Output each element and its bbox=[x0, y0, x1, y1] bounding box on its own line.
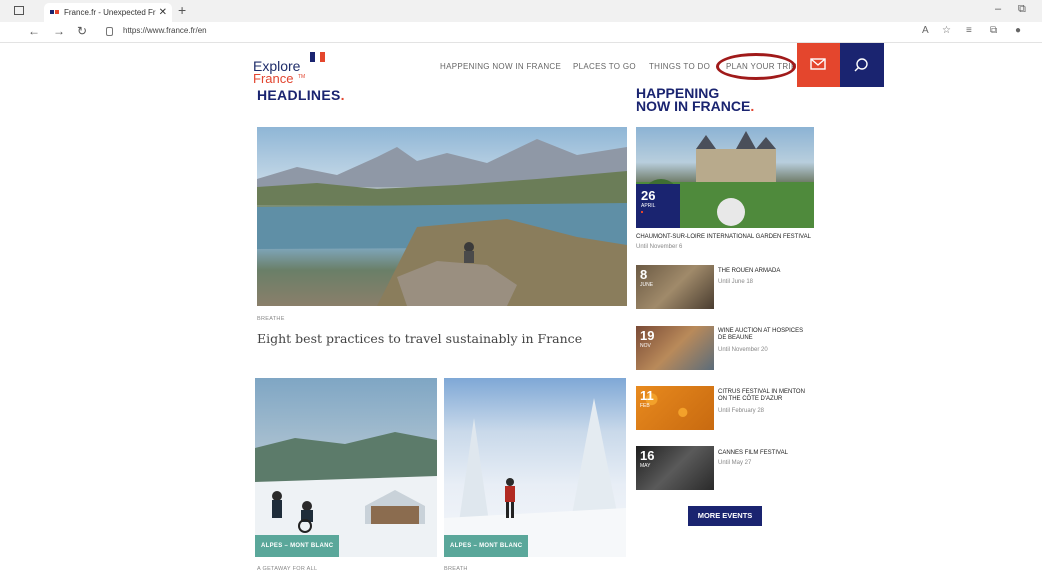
snowy-forest-illustration bbox=[444, 398, 626, 557]
nav-places-to-go[interactable]: PLACES TO GO bbox=[573, 62, 636, 71]
event-4-until: Until May 27 bbox=[718, 460, 752, 466]
event-3-thumbnail[interactable]: 11 FEB bbox=[636, 386, 714, 430]
search-button[interactable] bbox=[840, 43, 884, 87]
minimize-button[interactable]: – bbox=[995, 3, 1001, 15]
event-4-day: 16 bbox=[640, 448, 655, 463]
new-tab-button[interactable]: + bbox=[178, 2, 186, 18]
event-4-title[interactable]: CANNES FILM FESTIVAL bbox=[718, 450, 810, 457]
card-b-region-tag: ALPES – MONT BLANC bbox=[444, 535, 529, 557]
browser-address-bar: ← → ↻ https://www.france.fr/en A ☆ ≡ ⧉ ● bbox=[0, 22, 1042, 43]
card-a-region-tag: ALPES – MONT BLANC bbox=[255, 535, 340, 557]
collections-icon[interactable]: ⧉ bbox=[990, 25, 997, 36]
event-3-title[interactable]: CITRUS FESTIVAL IN MENTON ON THE CÔTE D'… bbox=[718, 389, 810, 403]
event-2-title[interactable]: WINE AUCTION AT HOSPICES DE BEAUNE bbox=[718, 328, 810, 342]
back-arrow-icon[interactable]: ← bbox=[28, 24, 40, 38]
logo-trademark: TM bbox=[298, 74, 306, 80]
event-1-title[interactable]: THE ROUEN ARMADA bbox=[718, 268, 808, 275]
event-4-thumbnail[interactable]: 16 MAY bbox=[636, 446, 714, 490]
tab-close-icon[interactable]: ✕ bbox=[159, 3, 167, 22]
card-b-caption: BREATH bbox=[444, 566, 468, 572]
nav-things-to-do[interactable]: THINGS TO DO bbox=[649, 62, 710, 71]
featured-month: APRIL bbox=[641, 203, 656, 209]
event-4-month: MAY bbox=[640, 463, 651, 469]
card-a-caption: A GETAWAY FOR ALL bbox=[257, 566, 318, 572]
event-1-month: JUNE bbox=[640, 282, 654, 288]
tab-actions-icon[interactable] bbox=[14, 6, 24, 15]
more-events-button[interactable]: MORE EVENTS bbox=[688, 506, 762, 526]
featured-event-title[interactable]: CHAUMONT-SUR-LOIRE INTERNATIONAL GARDEN … bbox=[636, 234, 816, 241]
lock-icon[interactable] bbox=[106, 27, 113, 36]
event-2-day: 19 bbox=[640, 328, 655, 343]
card-b-image[interactable]: ALPES – MONT BLANC bbox=[444, 378, 626, 557]
url-field[interactable]: https://www.france.fr/en bbox=[123, 26, 207, 35]
featured-badge-dot bbox=[641, 211, 643, 213]
featured-day: 26 bbox=[641, 188, 656, 203]
happening-heading: HAPPENING NOW IN FRANCE. bbox=[636, 86, 796, 114]
forward-arrow-icon[interactable]: → bbox=[53, 24, 65, 38]
france-favicon-icon bbox=[50, 10, 59, 14]
chalet-winter-illustration bbox=[255, 432, 437, 557]
event-3-day: 11 bbox=[640, 388, 654, 403]
headlines-heading-text: HEADLINES bbox=[257, 87, 341, 103]
plan-your-trip-highlight-circle bbox=[716, 53, 796, 80]
refresh-icon[interactable]: ↻ bbox=[77, 24, 87, 38]
favorite-add-icon[interactable]: ☆ bbox=[942, 25, 951, 36]
profile-avatar-icon[interactable]: ● bbox=[1015, 25, 1021, 36]
event-3-until: Until February 28 bbox=[718, 408, 765, 414]
event-1-day: 8 bbox=[640, 267, 648, 282]
restore-button[interactable]: ⧉ bbox=[1018, 3, 1026, 16]
mountain-lake-illustration bbox=[257, 139, 627, 306]
favorites-icon[interactable]: ≡ bbox=[966, 25, 972, 36]
event-1-until: Until June 18 bbox=[718, 279, 754, 285]
search-icon bbox=[854, 58, 868, 72]
happening-heading-dot: . bbox=[750, 98, 755, 114]
browser-tab-bar: France.fr - Unexpected France b ✕ + – ⧉ bbox=[0, 0, 1042, 22]
newsletter-button[interactable] bbox=[797, 43, 840, 87]
event-1-thumbnail[interactable]: 8 JUNE bbox=[636, 265, 714, 309]
event-2-until: Until November 20 bbox=[718, 347, 768, 353]
mail-icon bbox=[810, 58, 826, 70]
main-article-caption: BREATHE bbox=[257, 316, 285, 322]
featured-date-badge: 26 APRIL bbox=[636, 184, 680, 228]
read-aloud-icon[interactable]: A bbox=[922, 25, 929, 36]
logo-line-france: France bbox=[253, 71, 294, 86]
headlines-heading-dot: . bbox=[340, 87, 345, 103]
event-3-month: FEB bbox=[640, 403, 650, 409]
featured-event-image[interactable]: 26 APRIL bbox=[636, 127, 814, 228]
event-2-month: NOV bbox=[640, 343, 651, 349]
nav-happening-now[interactable]: HAPPENING NOW IN FRANCE bbox=[440, 62, 561, 71]
happening-heading-line2-wrap: NOW IN FRANCE. bbox=[636, 98, 796, 114]
card-a-image[interactable]: ALPES – MONT BLANC bbox=[255, 378, 437, 557]
tab-title: France.fr - Unexpected France b bbox=[64, 8, 156, 17]
browser-tab[interactable]: France.fr - Unexpected France b ✕ bbox=[44, 3, 172, 22]
featured-event-until: Until November 6 bbox=[636, 244, 683, 250]
main-article-image[interactable] bbox=[257, 127, 627, 306]
happening-heading-line2: NOW IN FRANCE bbox=[636, 98, 751, 114]
main-article-title[interactable]: Eight best practices to travel sustainab… bbox=[257, 331, 582, 346]
french-flag-icon bbox=[310, 49, 326, 62]
explore-france-logo[interactable]: Explore France TM bbox=[253, 48, 333, 86]
event-2-thumbnail[interactable]: 19 NOV bbox=[636, 326, 714, 370]
headlines-heading: HEADLINES. bbox=[257, 87, 345, 103]
